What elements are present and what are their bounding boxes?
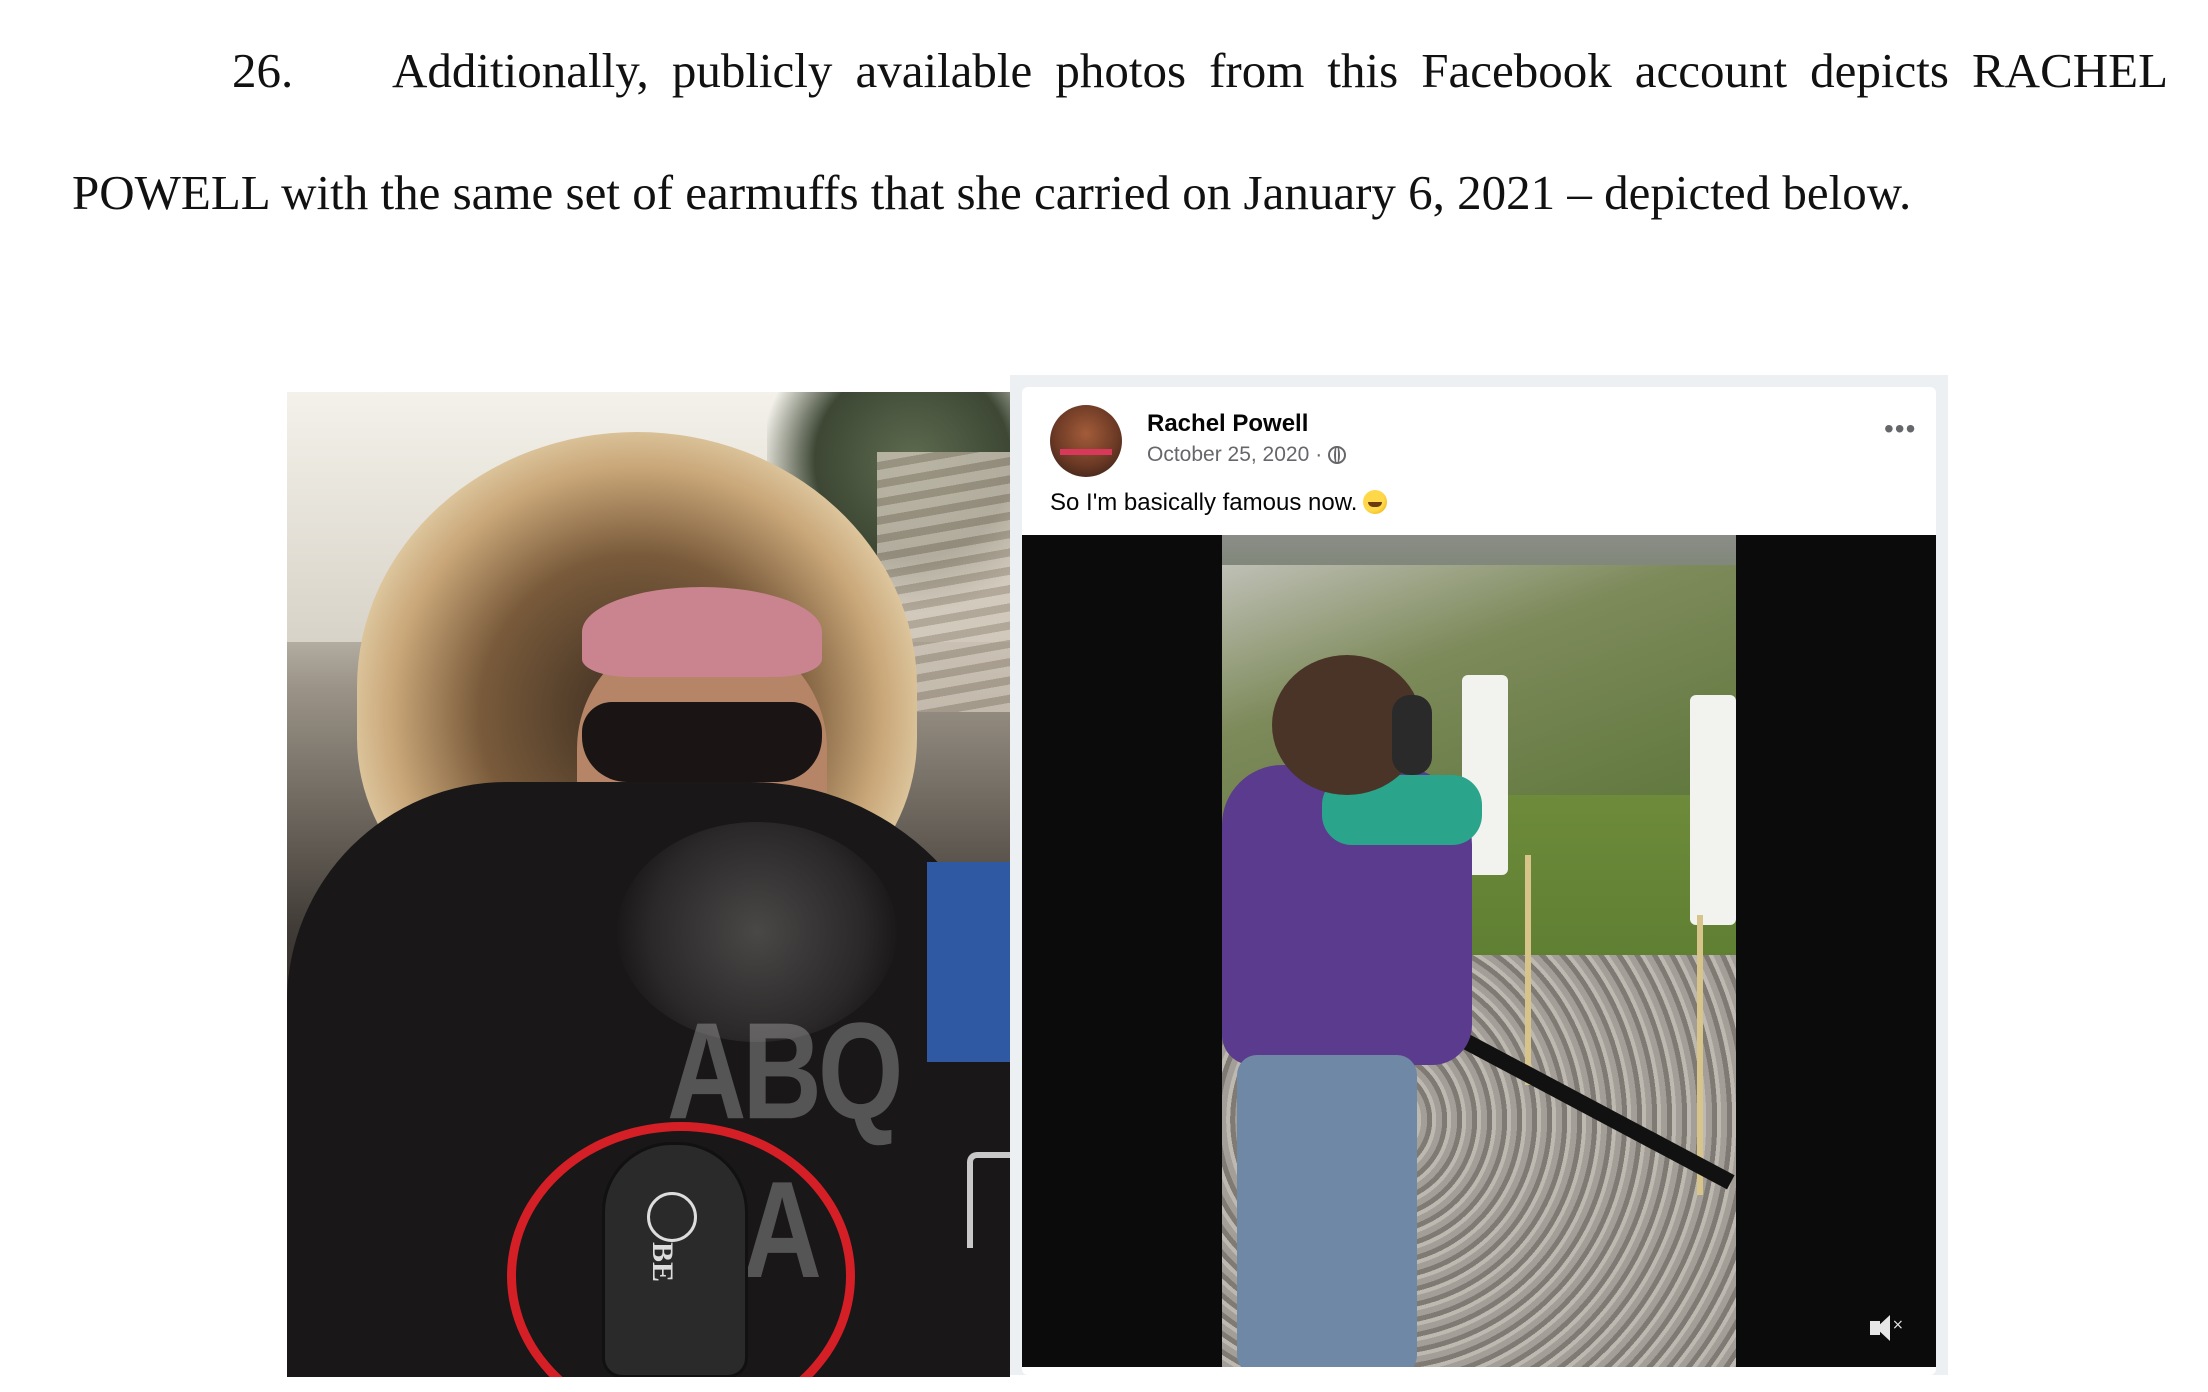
metal-railing — [967, 1152, 1010, 1248]
paragraph-26: 26. Additionally, publicly available phot… — [72, 10, 2168, 254]
mute-x: × — [1892, 1317, 1904, 1333]
post-date[interactable]: October 25, 2020 — [1147, 443, 1309, 467]
facebook-post-card: Rachel Powell October 25, 2020 · ••• So … — [1022, 387, 1936, 1375]
post-video[interactable]: × — [1022, 535, 1936, 1367]
facebook-post-screenshot: Rachel Powell October 25, 2020 · ••• So … — [1010, 375, 1948, 1375]
target-post — [1697, 915, 1703, 1195]
pink-headband — [582, 587, 822, 677]
meta-separator: · — [1315, 443, 1323, 466]
globe-icon — [1328, 446, 1347, 464]
sunglasses — [582, 702, 822, 782]
avatar-detail — [1060, 449, 1112, 455]
laughing-emoji-icon — [1363, 490, 1388, 514]
exhibit-photo-left: ABQ RA BE — [287, 392, 1010, 1377]
video-frame — [1222, 535, 1736, 1367]
post-caption-text: So I'm basically famous now. — [1050, 489, 1358, 516]
people-hugging — [1222, 655, 1482, 1367]
shooting-target — [1690, 695, 1736, 925]
mute-icon[interactable]: × — [1870, 1315, 1904, 1341]
post-caption: So I'm basically famous now. — [1050, 489, 1388, 517]
speaker-cone — [1876, 1315, 1890, 1341]
ellipsis-icon[interactable]: ••• — [1884, 413, 1916, 445]
target-post — [1525, 855, 1531, 1085]
avatar[interactable] — [1050, 405, 1122, 477]
paragraph-number: 26. — [232, 43, 294, 98]
post-meta: October 25, 2020 · — [1147, 443, 1347, 467]
ear-protection-icon — [1392, 695, 1432, 775]
jeans — [1237, 1055, 1417, 1367]
post-author-name[interactable]: Rachel Powell — [1147, 410, 1308, 438]
